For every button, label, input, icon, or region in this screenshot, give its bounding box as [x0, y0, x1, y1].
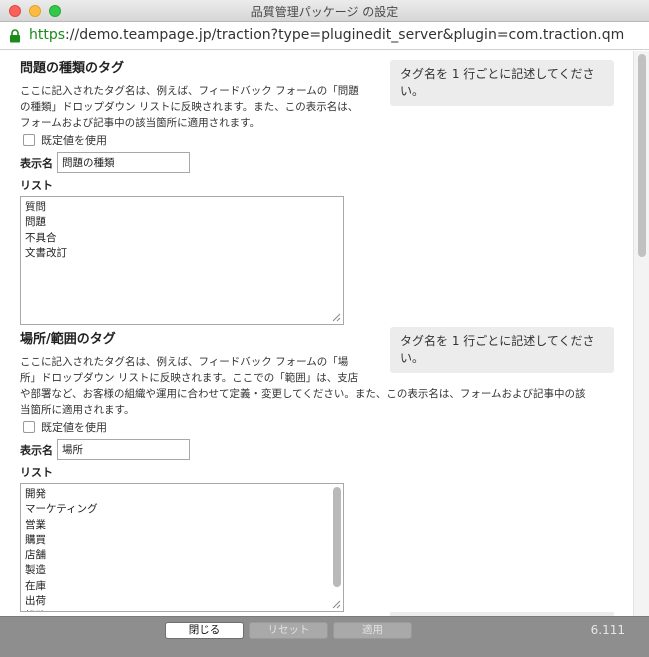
page-scrollbar[interactable]: [633, 51, 649, 616]
list-item: 営業: [25, 518, 46, 531]
use-default-label: 既定値を使用: [41, 421, 107, 434]
tag-list-textarea[interactable]: 質問 問題 不具合 文書改訂: [20, 196, 344, 325]
description-line: 当箇所に適用されます。: [20, 404, 135, 416]
tag-list-textarea[interactable]: 開発 マーケティング 営業 購買 店舗 製造 在庫 出荷 総務: [20, 483, 344, 612]
list-item: 製造: [25, 564, 46, 577]
use-default-label: 既定値を使用: [41, 134, 107, 147]
list-item: マーケティング: [25, 503, 98, 516]
display-name-row: 表示名 問題の種類: [20, 152, 620, 173]
lock-icon: [10, 29, 20, 43]
settings-content: 問題の種類のタグ ここに記入されたタグ名は、例えば、フィードバック フォームの「…: [0, 51, 633, 616]
list-item: 在庫: [25, 579, 46, 592]
address-bar[interactable]: https://demo.teampage.jp/traction?type=p…: [0, 22, 649, 50]
list-item: 不具合: [25, 231, 57, 244]
list-item: 文書改訂: [25, 246, 67, 259]
display-name-input[interactable]: 場所: [57, 439, 190, 460]
list-label: リスト: [20, 179, 53, 192]
apply-button[interactable]: 適用: [333, 622, 412, 639]
reset-button[interactable]: リセット: [249, 622, 328, 639]
list-label: リスト: [20, 466, 53, 479]
list-item: 出荷: [25, 595, 46, 608]
url-text[interactable]: https://demo.teampage.jp/traction?type=p…: [29, 27, 624, 43]
description-line: や部署など、お客様の組織や運用に合わせて定義・変更してください。また、この表示名…: [20, 388, 586, 400]
display-name-label: 表示名: [20, 156, 53, 170]
description-line: フォームおよび記事中の該当箇所に適用されます。: [20, 117, 261, 129]
window-titlebar: 品質管理パッケージ の設定: [0, 0, 649, 22]
hint-box: タグ名を 1 行ごとに記述してください。: [390, 327, 614, 373]
list-item: 購買: [25, 533, 46, 546]
use-default-checkbox[interactable]: [23, 134, 35, 146]
display-name-label: 表示名: [20, 443, 53, 457]
use-default-row[interactable]: 既定値を使用: [20, 131, 620, 149]
list-item: 開発: [25, 488, 46, 500]
url-scheme: https: [29, 27, 66, 43]
close-button[interactable]: 閉じる: [165, 622, 244, 639]
resize-grip-icon[interactable]: [332, 600, 341, 609]
list-item: 質問: [25, 201, 46, 213]
use-default-checkbox[interactable]: [23, 421, 35, 433]
url-rest: ://demo.teampage.jp/traction?type=plugin…: [65, 27, 625, 43]
resize-grip-icon[interactable]: [332, 313, 341, 322]
hint-box: タグ名を 1 行ごとに記述してください。: [390, 60, 614, 106]
window-title: 品質管理パッケージ の設定: [250, 5, 399, 19]
display-name-row: 表示名 場所: [20, 439, 620, 460]
list-item: 店舗: [25, 549, 46, 562]
display-name-input[interactable]: 問題の種類: [57, 152, 190, 173]
page-scrollbar-thumb[interactable]: [638, 54, 646, 257]
footer-bar: 閉じる リセット 適用 6.111: [0, 616, 649, 657]
use-default-row[interactable]: 既定値を使用: [20, 418, 620, 436]
list-item: 総務: [25, 609, 339, 611]
version-label: 6.111: [590, 623, 625, 637]
textarea-scrollbar[interactable]: [333, 487, 341, 587]
list-item: 問題: [25, 216, 46, 229]
